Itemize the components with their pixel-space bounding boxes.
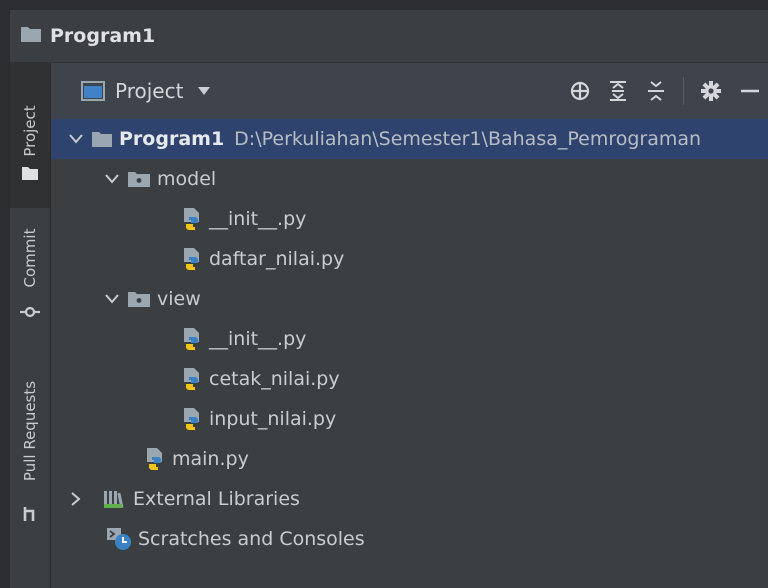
toolbar-separator — [683, 77, 684, 105]
expand-all-icon[interactable] — [603, 76, 633, 106]
scratches-label: Scratches and Consoles — [138, 528, 365, 550]
tree-file-daftar-nilai[interactable]: daftar_nilai.py — [51, 239, 768, 279]
project-panel: Project Program1 D:\Perkuliahan\Semester… — [51, 63, 768, 588]
file-name: daftar_nilai.py — [209, 248, 345, 270]
project-toolbar: Project — [51, 63, 768, 119]
ide-window: Program1 Project Commit Pull Requests Pr… — [10, 10, 768, 588]
file-name: input_nilai.py — [209, 408, 337, 430]
folder-icon — [91, 130, 113, 148]
collapse-all-icon[interactable] — [641, 76, 671, 106]
tree-folder-view[interactable]: view — [51, 279, 768, 319]
root-folder-name: Program1 — [119, 128, 225, 150]
tree-scratches-consoles[interactable]: Scratches and Consoles — [51, 519, 768, 559]
tree-file-main[interactable]: main.py — [51, 439, 768, 479]
chevron-down-icon[interactable] — [69, 134, 83, 144]
scratches-icon — [106, 527, 132, 551]
title-bar: Program1 — [10, 10, 768, 63]
folder-model-name: model — [157, 168, 217, 190]
tab-pull-requests[interactable]: Pull Requests — [10, 353, 50, 533]
chevron-down-icon[interactable] — [105, 294, 119, 304]
folder-icon — [21, 165, 39, 185]
gear-icon[interactable] — [696, 76, 726, 106]
python-file-icon — [181, 207, 203, 231]
tab-project[interactable]: Project — [10, 63, 50, 208]
commit-icon — [20, 304, 40, 323]
select-opened-file-icon[interactable] — [565, 76, 595, 106]
package-folder-icon — [127, 170, 151, 188]
pull-request-icon — [21, 505, 39, 527]
python-file-icon — [181, 407, 203, 431]
package-folder-icon — [127, 290, 151, 308]
python-file-icon — [144, 447, 166, 471]
chevron-down-icon[interactable] — [197, 86, 211, 96]
tab-commit[interactable]: Commit — [10, 208, 50, 328]
chevron-right-icon[interactable] — [69, 492, 83, 506]
minimize-icon[interactable] — [734, 76, 764, 106]
tab-project-label: Project — [21, 105, 39, 157]
tree-external-libraries[interactable]: External Libraries — [51, 479, 768, 519]
tree-file-cetak-nilai[interactable]: cetak_nilai.py — [51, 359, 768, 399]
external-libraries-label: External Libraries — [133, 488, 300, 510]
root-folder-path: D:\Perkuliahan\Semester1\Bahasa_Pemrogra… — [234, 128, 702, 150]
library-icon — [103, 489, 127, 509]
tool-window-stripe: Project Commit Pull Requests — [10, 63, 51, 588]
python-file-icon — [181, 247, 203, 271]
python-file-icon — [181, 367, 203, 391]
file-name: __init__.py — [209, 328, 307, 350]
python-file-icon — [181, 327, 203, 351]
chevron-down-icon[interactable] — [105, 174, 119, 184]
file-name: __init__.py — [209, 208, 307, 230]
file-name: cetak_nilai.py — [209, 368, 340, 390]
folder-view-name: view — [157, 288, 201, 310]
tree-root-program1[interactable]: Program1 D:\Perkuliahan\Semester1\Bahasa… — [51, 119, 768, 159]
tab-commit-label: Commit — [21, 228, 39, 288]
tab-pull-requests-label: Pull Requests — [21, 380, 39, 482]
toolbar-actions — [561, 63, 768, 119]
file-name: main.py — [172, 448, 249, 470]
window-icon — [81, 81, 105, 101]
window-title: Program1 — [50, 25, 156, 47]
tree-folder-model[interactable]: model — [51, 159, 768, 199]
folder-icon — [20, 25, 42, 47]
tree-file-view-init[interactable]: __init__.py — [51, 319, 768, 359]
tree-file-input-nilai[interactable]: input_nilai.py — [51, 399, 768, 439]
tree-file-model-init[interactable]: __init__.py — [51, 199, 768, 239]
view-selector-label[interactable]: Project — [115, 79, 183, 103]
